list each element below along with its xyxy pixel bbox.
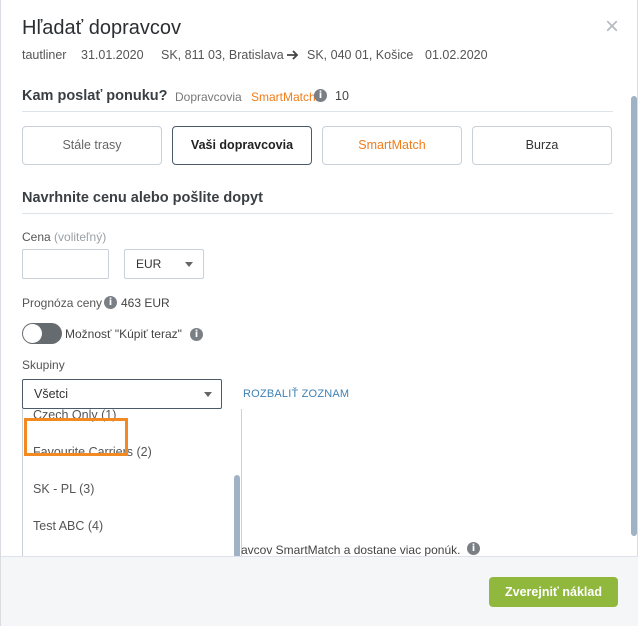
carrier-count: 10 (335, 89, 349, 103)
groups-select[interactable]: Všetci (22, 379, 222, 409)
modal-body: Kam poslať ponuku? Dopravcovia SmartMatc… (1, 86, 638, 556)
price-input[interactable] (22, 249, 109, 279)
smartmatch-note: avcov SmartMatch a dostane viac ponúk. (241, 543, 461, 556)
publish-load-button[interactable]: Zverejniť náklad (489, 577, 618, 607)
info-icon[interactable]: i (314, 89, 327, 102)
chevron-down-icon (204, 392, 212, 397)
chevron-down-icon (185, 262, 193, 267)
expand-list-link[interactable]: ROZBALIŤ ZOZNAM (243, 388, 349, 400)
modal-scrollbar[interactable] (631, 96, 637, 536)
info-icon[interactable]: i (104, 296, 117, 309)
dropdown-option-czech-only[interactable]: Czech Only (1) (23, 409, 233, 433)
buy-now-toggle[interactable] (22, 323, 62, 344)
buy-now-label: Možnosť "Kúpiť teraz" (65, 327, 182, 341)
tab-exchange[interactable]: Burza (472, 126, 612, 165)
price-label: Cena (voliteľný) (22, 230, 107, 244)
info-icon[interactable]: i (467, 542, 480, 555)
modal-title: Hľadať dopravcov (22, 17, 181, 39)
price-optional: (voliteľný) (54, 230, 107, 244)
origin-location: SK, 811 03, Bratislava (161, 48, 284, 62)
arrow-right-icon (287, 50, 299, 60)
price-section-title: Navrhnite cenu alebo pošlite dopyt (22, 190, 263, 206)
groups-label: Skupiny (22, 358, 65, 372)
vehicle-type: tautliner (22, 48, 67, 62)
tab-permanent-routes[interactable]: Stále trasy (22, 126, 162, 165)
search-carriers-modal: Hľadať dopravcov × tautliner 31.01.2020 … (0, 0, 638, 626)
loading-date: 31.01.2020 (81, 48, 144, 62)
tab-smartmatch[interactable]: SmartMatch (322, 126, 462, 165)
forecast-label: Prognóza ceny (22, 296, 103, 310)
send-offer-section: Kam poslať ponuku? Dopravcovia SmartMatc… (22, 86, 613, 112)
close-icon[interactable]: × (601, 15, 623, 39)
currency-value: EUR (136, 257, 162, 271)
tab-your-carriers[interactable]: Vaši dopravcovia (172, 126, 312, 165)
send-offer-smartmatch: SmartMatch (251, 90, 316, 104)
forecast-value: 463 EUR (121, 296, 170, 310)
dropdown-option-test-abc[interactable]: Test ABC (4) (23, 508, 233, 544)
dropdown-scrollbar[interactable] (234, 475, 240, 556)
info-icon[interactable]: i (190, 328, 203, 341)
dropdown-option-favourite-carriers[interactable]: Favourite Carriers (2) (23, 434, 233, 470)
destination-location: SK, 040 01, Košice (307, 48, 414, 62)
modal-header: Hľadať dopravcov × tautliner 31.01.2020 … (1, 0, 638, 86)
price-section: Navrhnite cenu alebo pošlite dopyt (22, 186, 613, 214)
send-offer-title: Kam poslať ponuku? (22, 88, 168, 104)
toggle-knob (23, 324, 42, 343)
send-offer-subtitle: Dopravcovia (175, 90, 242, 104)
currency-select[interactable]: EUR (124, 249, 204, 279)
groups-selected-value: Všetci (34, 387, 69, 401)
modal-footer: Zverejniť náklad (1, 556, 638, 626)
dropdown-option-sk-pl[interactable]: SK - PL (3) (23, 471, 233, 507)
groups-dropdown-list: Czech Only (1) Favourite Carriers (2) SK… (22, 409, 242, 556)
unloading-date: 01.02.2020 (425, 48, 488, 62)
